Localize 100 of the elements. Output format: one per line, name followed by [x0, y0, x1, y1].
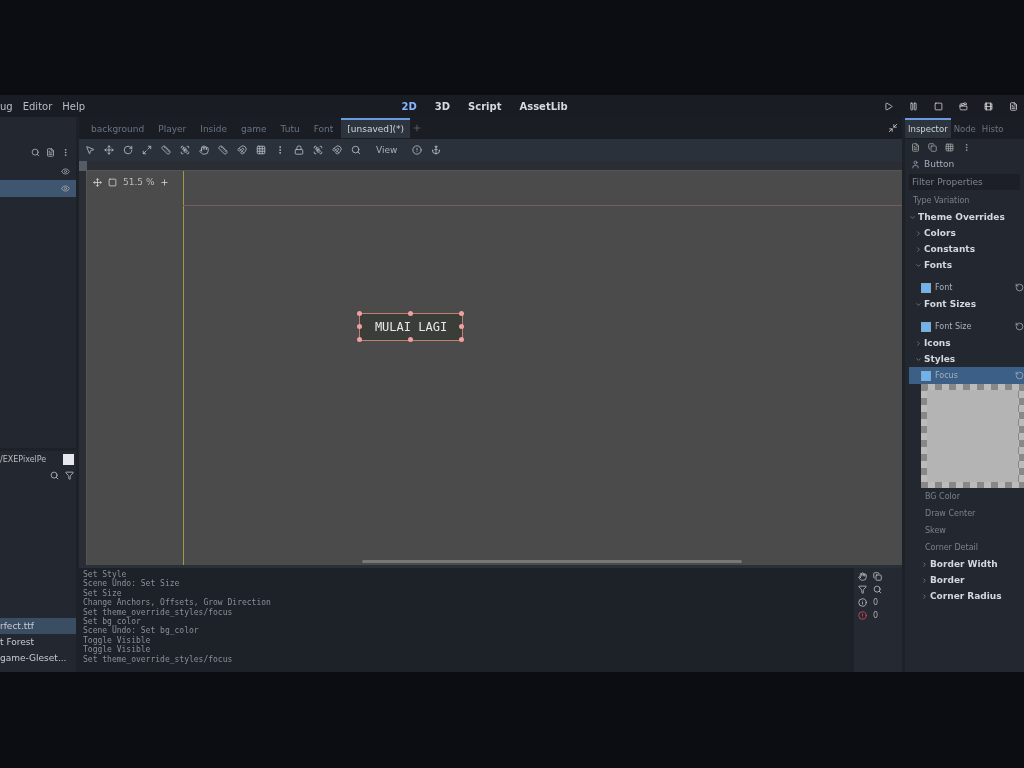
revert-icon[interactable]	[1015, 283, 1024, 292]
tool-icon[interactable]	[180, 145, 190, 155]
selection-handle[interactable]	[357, 324, 362, 329]
visibility-icon[interactable]	[61, 167, 70, 176]
script-icon[interactable]	[46, 147, 55, 157]
move-icon[interactable]	[93, 177, 102, 187]
selection-handle[interactable]	[408, 311, 413, 316]
property-label: Focus	[935, 371, 958, 380]
run-icon[interactable]	[909, 101, 918, 111]
property-group[interactable]: Corner Radius	[909, 588, 1024, 604]
dock-tab[interactable]: Inspector	[905, 118, 951, 138]
property-row[interactable]: Font	[909, 279, 1024, 296]
selection-handle[interactable]	[459, 324, 464, 329]
checkbox[interactable]	[921, 370, 931, 381]
fullscreen-icon[interactable]	[888, 123, 898, 133]
menu-item[interactable]: Editor	[22, 100, 53, 112]
property-group[interactable]: Font Sizes	[909, 296, 1024, 312]
property-group[interactable]: Border	[909, 572, 1024, 588]
selection-handle[interactable]	[459, 337, 464, 342]
hand-icon[interactable]	[858, 572, 867, 581]
view-menu[interactable]: View	[370, 144, 404, 156]
property-label: Font	[935, 283, 953, 292]
property-group[interactable]: Border Width	[909, 556, 1024, 572]
log-line: Set bg_color	[83, 617, 142, 627]
viewport[interactable]: 51.5 % MULAI LAGI	[79, 161, 902, 565]
tool-icon[interactable]	[142, 145, 152, 155]
property-group[interactable]: Icons	[909, 335, 1024, 351]
file-item[interactable]: game-Gleset...	[0, 650, 76, 666]
tool-icon[interactable]	[161, 145, 171, 155]
log-line: Set Style	[83, 570, 127, 580]
scene-tab[interactable]: [unsaved](*)	[341, 118, 411, 138]
file-item[interactable]: rfect.ttf	[0, 618, 76, 634]
workspace-button[interactable]: 2D	[397, 100, 421, 112]
dock-tab[interactable]: Histo	[978, 118, 1007, 138]
menu-item[interactable]: Help	[62, 100, 86, 112]
revert-icon[interactable]	[1015, 322, 1024, 331]
selection-handle[interactable]	[357, 311, 362, 316]
menu-icon[interactable]	[61, 147, 70, 157]
tool-icon[interactable]	[237, 145, 247, 155]
zoom-in-icon[interactable]	[160, 177, 170, 187]
scene-tab[interactable]: Inside	[194, 118, 234, 138]
tool-icon[interactable]	[294, 145, 304, 155]
workspace-button[interactable]: Script	[464, 100, 506, 112]
run-icon[interactable]	[959, 101, 968, 111]
property-group[interactable]: Fonts	[909, 257, 1024, 273]
tool-icon[interactable]	[218, 145, 228, 155]
tool-icon[interactable]	[104, 145, 114, 155]
tool-icon[interactable]	[123, 145, 133, 155]
selection-handle[interactable]	[357, 337, 362, 342]
zoom-level[interactable]: 51.5 %	[123, 177, 155, 187]
copy-icon[interactable]	[873, 572, 882, 581]
workspace-button[interactable]: AssetLib	[515, 100, 572, 112]
file-item[interactable]: t Forest	[0, 634, 76, 650]
dock-tab[interactable]: Node	[950, 118, 979, 138]
tool-icon[interactable]	[313, 145, 323, 155]
property-group[interactable]: Styles	[909, 351, 1024, 367]
property-group[interactable]: Constants	[909, 241, 1024, 257]
tool-icon[interactable]	[332, 145, 342, 155]
checkbox[interactable]	[921, 321, 931, 332]
property-group[interactable]: Theme Overrides	[909, 209, 1024, 225]
scene-tab[interactable]: Font	[307, 118, 340, 138]
message-count: 0	[873, 611, 879, 620]
filter-icon[interactable]	[858, 585, 867, 594]
log-line: Toggle Visible	[83, 635, 152, 646]
selection-handle[interactable]	[408, 337, 413, 342]
scene-tab[interactable]: background	[85, 118, 151, 138]
tool-icon[interactable]	[85, 145, 95, 155]
tool-icon[interactable]	[199, 145, 209, 155]
scene-tab[interactable]: game	[235, 118, 273, 138]
menu-icon[interactable]	[962, 143, 971, 152]
grid-icon[interactable]	[945, 143, 954, 152]
selection-handle[interactable]	[459, 311, 464, 316]
info-icon[interactable]	[858, 598, 867, 607]
search-icon[interactable]	[50, 471, 59, 481]
scene-tab[interactable]: Player	[152, 118, 193, 138]
scene-tab[interactable]: Tutu	[274, 118, 306, 138]
anchor-icon[interactable]	[431, 145, 442, 155]
log-line: Toggle Visible	[83, 645, 152, 655]
filter-icon[interactable]	[65, 471, 74, 481]
workspace-button[interactable]: 3D	[430, 100, 454, 112]
visibility-icon[interactable]	[61, 184, 70, 193]
caret-icon	[915, 300, 922, 308]
tool-icon[interactable]	[256, 145, 266, 155]
menu-item[interactable]: ug	[0, 100, 13, 112]
error-icon[interactable]	[858, 611, 867, 620]
checkbox[interactable]	[921, 282, 931, 293]
scrollbar[interactable]	[362, 560, 742, 563]
document-icon[interactable]	[911, 143, 920, 152]
property-group[interactable]: Colors	[909, 225, 1024, 241]
canvas-button[interactable]: MULAI LAGI	[359, 313, 463, 341]
run-icon[interactable]	[984, 101, 993, 111]
search-icon[interactable]	[873, 585, 882, 594]
search-icon[interactable]	[31, 147, 40, 157]
filter-field[interactable]: Filter Properties	[909, 174, 1020, 190]
run-icon[interactable]	[1009, 101, 1018, 111]
tool-icon[interactable]	[351, 145, 361, 155]
run-icon[interactable]	[934, 101, 943, 111]
property-row[interactable]: Font Size	[909, 318, 1024, 335]
run-icon[interactable]	[884, 101, 893, 111]
swatch-icon	[63, 454, 74, 466]
